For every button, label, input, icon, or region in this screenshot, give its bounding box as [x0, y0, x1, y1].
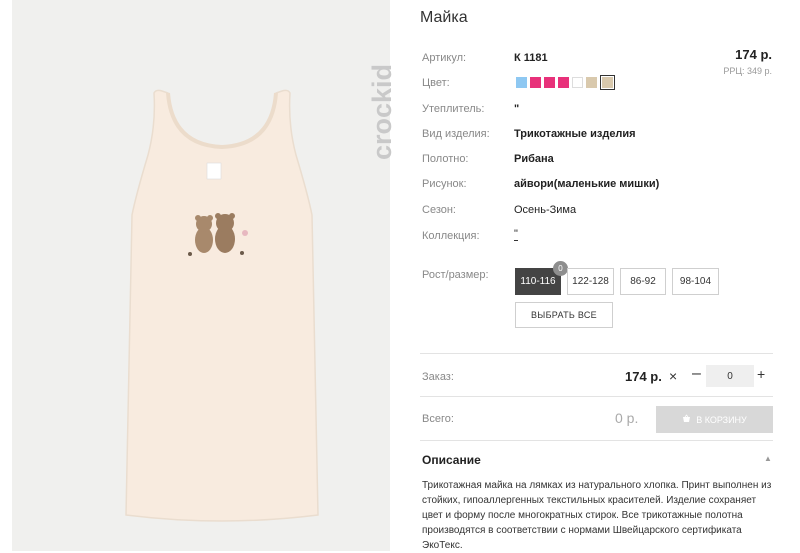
- attr-value-article: К 1181: [514, 52, 548, 64]
- total-value: 0 р.: [615, 410, 639, 426]
- attr-value-insulation: ": [514, 103, 520, 115]
- page-title: Майка: [420, 9, 468, 26]
- size-option-122-128[interactable]: 122-128: [567, 268, 614, 295]
- color-swatch[interactable]: [544, 77, 555, 88]
- quantity-decrease-button[interactable]: –: [692, 365, 701, 383]
- color-swatch[interactable]: [586, 77, 597, 88]
- chevron-up-icon[interactable]: ▲: [764, 454, 772, 463]
- add-to-cart-label: В КОРЗИНУ: [696, 414, 747, 425]
- attr-label-print: Рисунок:: [422, 178, 467, 190]
- description-text: Трикотажная майка на лямках из натуральн…: [422, 480, 772, 551]
- product-info: Майка 174 р. РРЦ: 349 р. Артикул: К 1181…: [0, 0, 800, 551]
- size-label: Рост/размер:: [422, 269, 489, 281]
- order-unit-price: 174 р.: [625, 369, 662, 384]
- color-swatch[interactable]: [572, 77, 583, 88]
- divider: [420, 353, 773, 354]
- quantity-increase-button[interactable]: +: [757, 366, 765, 382]
- attr-value-product-type: Трикотажные изделия: [514, 128, 636, 140]
- size-option-86-92[interactable]: 86-92: [620, 268, 666, 295]
- attr-label-insulation: Утеплитель:: [422, 103, 485, 115]
- size-count-badge: 0: [553, 261, 568, 276]
- attr-label-collection: Коллекция:: [422, 230, 480, 242]
- size-option-98-104[interactable]: 98-104: [672, 268, 719, 295]
- color-swatch[interactable]: [516, 77, 527, 88]
- color-swatches: [516, 75, 615, 90]
- order-label: Заказ:: [422, 371, 454, 383]
- attr-label-fabric: Полотно:: [422, 153, 469, 165]
- add-to-cart-button[interactable]: В КОРЗИНУ: [656, 406, 773, 433]
- multiply-icon: ×: [669, 368, 678, 384]
- attr-label-season: Сезон:: [422, 204, 456, 216]
- quantity-input[interactable]: [706, 365, 754, 387]
- divider: [420, 396, 773, 397]
- recommended-retail-price: РРЦ: 349 р.: [723, 66, 772, 76]
- attr-label-product-type: Вид изделия:: [422, 128, 490, 140]
- description-heading[interactable]: Описание: [422, 453, 481, 467]
- color-swatch[interactable]: [558, 77, 569, 88]
- attr-value-fabric: Рибана: [514, 153, 554, 165]
- product-price: 174 р.: [735, 47, 772, 62]
- attr-label-color: Цвет:: [422, 77, 450, 89]
- total-label: Всего:: [422, 413, 454, 425]
- color-swatch[interactable]: [530, 77, 541, 88]
- attr-value-collection[interactable]: ": [514, 228, 518, 241]
- select-all-sizes-button[interactable]: ВЫБРАТЬ ВСЕ: [515, 302, 613, 328]
- color-swatch-selected[interactable]: [600, 75, 615, 90]
- divider: [420, 440, 773, 441]
- attr-value-season: Осень-Зима: [514, 204, 577, 216]
- attr-value-print: айвори(маленькие мишки): [514, 178, 660, 190]
- attr-label-article: Артикул:: [422, 52, 467, 64]
- basket-icon: [682, 414, 691, 425]
